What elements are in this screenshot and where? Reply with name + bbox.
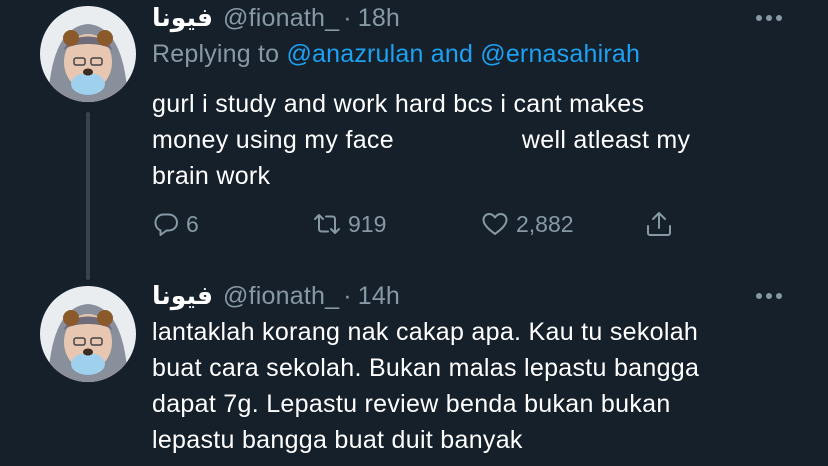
replying-and-label[interactable]: and xyxy=(431,40,473,68)
more-options-button[interactable] xyxy=(752,286,786,306)
tweet-text-line: brain work xyxy=(152,162,271,190)
tweet-text-segment: money using my face xyxy=(152,126,394,154)
avatar[interactable] xyxy=(40,286,136,382)
share-icon xyxy=(647,212,671,236)
tweet-text-line: buat cara sekolah. Bukan malas lepastu b… xyxy=(152,354,700,382)
tweet-text-line-group: money using my face well atleast my xyxy=(152,122,792,158)
mention-link[interactable]: @anazrulan xyxy=(286,40,423,68)
replying-to-line: Replying to @anazrulan and @ernasahirah xyxy=(152,40,640,69)
tweet-text-line: gurl i study and work hard bcs i cant ma… xyxy=(152,90,645,118)
timestamp[interactable]: 14h xyxy=(358,282,400,311)
avatar[interactable] xyxy=(40,6,136,102)
retweet-button[interactable]: 919 xyxy=(312,202,386,246)
tweet-text: gurl i study and work hard bcs i cant ma… xyxy=(152,86,792,194)
tweet[interactable]: فيونا @fionath_ · 18h Replying to @anazr… xyxy=(0,0,828,270)
tweet-text-segment: well atleast my xyxy=(521,126,691,154)
timestamp[interactable]: 18h xyxy=(358,4,400,33)
tweet-actions: 6 919 2,882 xyxy=(152,202,692,246)
heart-icon xyxy=(482,213,508,235)
tweet-text-line: lepastu bangga buat duit banyak xyxy=(152,426,523,454)
more-horizontal-icon xyxy=(756,293,782,299)
display-name[interactable]: فيونا xyxy=(152,3,213,33)
tweet-text-line: lantaklah korang nak cakap apa. Kau tu s… xyxy=(152,318,699,346)
reply-bubble-icon xyxy=(154,213,178,236)
retweet-icon xyxy=(314,214,340,234)
tweet[interactable]: فيونا @fionath_ · 14h lantaklah korang n… xyxy=(0,278,828,466)
share-button[interactable] xyxy=(644,202,674,246)
mention-link[interactable]: @ernasahirah xyxy=(480,40,640,68)
display-name[interactable]: فيونا xyxy=(152,281,213,311)
user-handle[interactable]: @fionath_ xyxy=(223,4,339,33)
like-count: 2,882 xyxy=(516,210,574,237)
user-handle[interactable]: @fionath_ xyxy=(223,282,339,311)
separator-dot: · xyxy=(343,281,352,310)
more-horizontal-icon xyxy=(756,15,782,21)
tweet-text: lantaklah korang nak cakap apa. Kau tu s… xyxy=(152,314,792,458)
like-button[interactable]: 2,882 xyxy=(480,202,574,246)
replying-to-label: Replying to xyxy=(152,40,280,68)
tweet-header: فيونا @fionath_ · 14h xyxy=(152,278,400,314)
retweet-count: 919 xyxy=(348,210,387,237)
reply-button[interactable]: 6 xyxy=(152,202,199,246)
tweet-text-line: dapat 7g. Lepastu review benda bukan buk… xyxy=(152,390,671,418)
reply-count: 6 xyxy=(186,210,199,237)
tweet-header: فيونا @fionath_ · 18h xyxy=(152,0,400,36)
separator-dot: · xyxy=(343,3,352,32)
more-options-button[interactable] xyxy=(752,8,786,28)
